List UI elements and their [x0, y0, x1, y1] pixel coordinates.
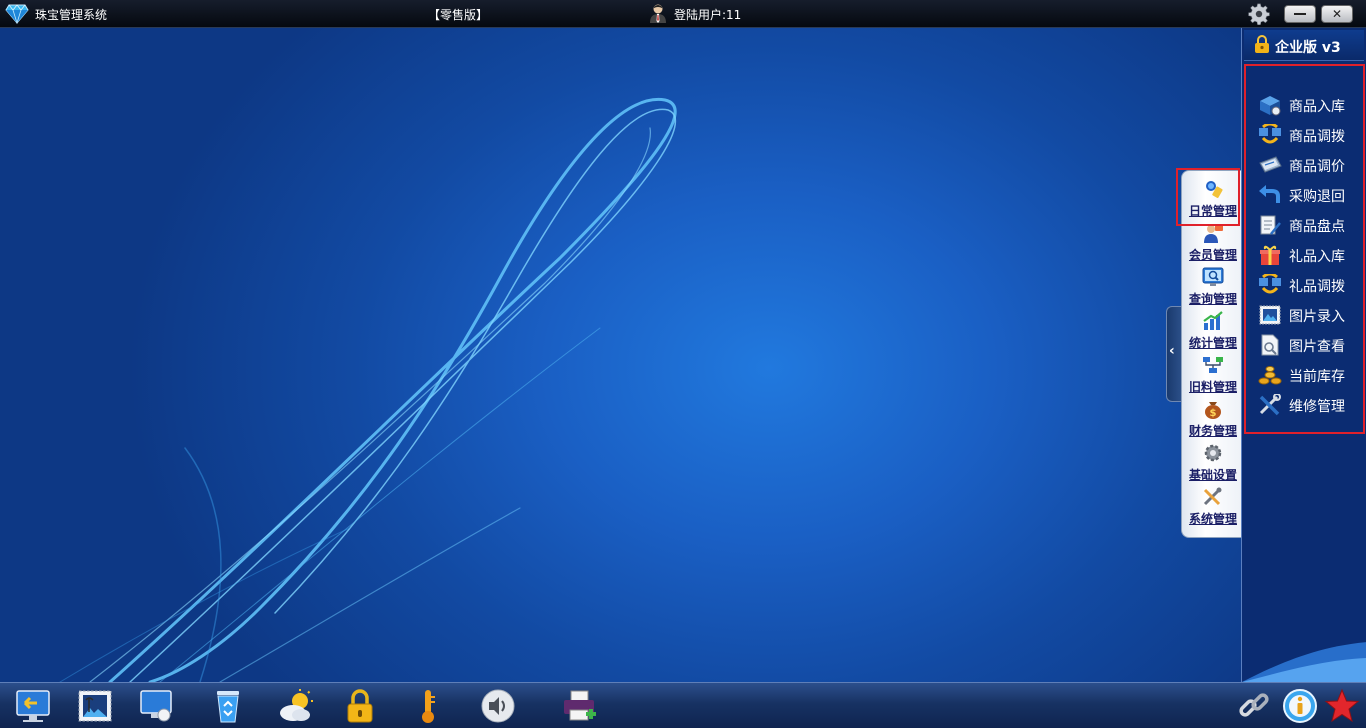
menu-picture-entry[interactable]: 图片录入 — [1258, 302, 1363, 328]
minimize-button[interactable] — [1284, 5, 1316, 23]
menu-label: 图片查看 — [1289, 339, 1345, 355]
category-label: 查询管理 — [1188, 292, 1237, 306]
picture-view-icon — [1261, 334, 1279, 356]
menu-gift-transfer[interactable]: 礼品调拨 — [1258, 272, 1363, 298]
menu-purchase-return[interactable]: 采购退回 — [1258, 182, 1363, 208]
gift-transfer-icon — [1259, 274, 1281, 294]
taskbar — [0, 682, 1366, 728]
svg-text:$: $ — [1210, 408, 1217, 419]
category-label: 会员管理 — [1188, 248, 1237, 262]
settings-icon — [1204, 444, 1222, 462]
speaker-icon[interactable] — [480, 688, 516, 724]
category-basic-settings[interactable]: 基础设置 — [1182, 441, 1242, 485]
menu-label: 维修管理 — [1289, 399, 1345, 415]
edition-label: 【零售版】 — [428, 8, 489, 22]
price-adjust-icon — [1259, 156, 1282, 173]
menu-gift-inbound[interactable]: 礼品入库 — [1258, 242, 1363, 268]
menu-goods-inbound[interactable]: 商品入库 — [1258, 92, 1363, 118]
link-icon[interactable] — [1236, 688, 1272, 724]
enterprise-edition-label: 企业版 v3 — [1275, 40, 1341, 56]
panel-header: 企业版 v3 — [1244, 30, 1364, 61]
recycle-bin-icon[interactable] — [210, 688, 246, 724]
repair-icon — [1259, 394, 1281, 416]
display-icon[interactable] — [139, 688, 175, 724]
menu-inventory-check[interactable]: 商品盘点 — [1258, 212, 1363, 238]
category-query-management[interactable]: 查询管理 — [1182, 265, 1242, 309]
statistics-icon — [1203, 311, 1223, 330]
category-system-management[interactable]: 系统管理 — [1182, 485, 1242, 529]
collapse-panel-button[interactable]: ‹ — [1166, 306, 1181, 402]
chevron-left-icon: ‹ — [1169, 343, 1175, 359]
menu-label: 礼品调拨 — [1289, 279, 1345, 295]
picture-entry-icon — [1259, 305, 1281, 325]
menu-label: 商品入库 — [1289, 99, 1345, 115]
menu-price-adjust[interactable]: 商品调价 — [1258, 152, 1363, 178]
app-title: 珠宝管理系统 — [35, 8, 108, 22]
gear-icon[interactable] — [1247, 3, 1271, 25]
menu-picture-view[interactable]: 图片查看 — [1258, 332, 1363, 358]
current-stock-icon — [1258, 366, 1282, 385]
menu-goods-transfer[interactable]: 商品调拨 — [1258, 122, 1363, 148]
system-icon — [1203, 487, 1222, 506]
selected-category-highlight — [1176, 168, 1240, 226]
title-bar: 珠宝管理系统 【零售版】 登陆用户:11 ✕ — [0, 0, 1366, 28]
menu-label: 礼品入库 — [1289, 249, 1345, 265]
logged-in-user: 登陆用户:11 — [674, 8, 742, 22]
category-label: 系统管理 — [1188, 512, 1237, 526]
category-member-management[interactable]: 会员管理 — [1182, 221, 1242, 265]
goods-transfer-icon — [1259, 124, 1281, 144]
category-label: 统计管理 — [1188, 336, 1237, 350]
weather-icon[interactable] — [278, 688, 314, 724]
panel-wave-decoration — [1242, 642, 1366, 682]
diamond-logo-icon — [5, 4, 29, 24]
inventory-check-icon — [1260, 215, 1281, 235]
category-label: 财务管理 — [1188, 424, 1237, 438]
purchase-return-icon — [1259, 185, 1280, 203]
category-statistics-management[interactable]: 统计管理 — [1182, 309, 1242, 353]
wallpaper-swirl — [59, 97, 677, 682]
menu-label: 图片录入 — [1289, 309, 1345, 325]
menu-repair-management[interactable]: 维修管理 — [1258, 392, 1363, 418]
category-label: 旧料管理 — [1188, 380, 1237, 394]
close-button[interactable]: ✕ — [1321, 5, 1353, 23]
desktop-area — [0, 28, 1241, 682]
user-avatar-icon — [650, 4, 666, 23]
category-finance-management[interactable]: $ 财务管理 — [1182, 397, 1242, 441]
member-icon — [1204, 225, 1223, 243]
goods-inbound-icon — [1260, 96, 1281, 116]
star-icon[interactable] — [1324, 688, 1360, 724]
info-icon[interactable] — [1282, 688, 1318, 724]
menu-label: 商品调价 — [1289, 159, 1345, 175]
menu-label: 采购退回 — [1289, 189, 1345, 205]
menu-label: 商品盘点 — [1289, 219, 1345, 235]
category-old-material-management[interactable]: 旧料管理 — [1182, 353, 1242, 397]
gift-inbound-icon — [1260, 245, 1280, 265]
category-label: 基础设置 — [1188, 468, 1237, 482]
lock-icon — [1255, 35, 1269, 53]
query-icon — [1202, 267, 1224, 286]
finance-icon: $ — [1205, 402, 1221, 419]
old-material-icon — [1203, 357, 1223, 373]
menu-label: 当前库存 — [1289, 369, 1345, 385]
menu-label: 商品调拨 — [1289, 129, 1345, 145]
stamp-picture-icon[interactable] — [77, 688, 113, 724]
lock-icon[interactable] — [342, 688, 378, 724]
close-icon: ✕ — [1331, 7, 1343, 21]
printer-icon[interactable] — [562, 688, 598, 724]
thermometer-icon[interactable] — [410, 688, 446, 724]
switch-screen-icon[interactable] — [15, 688, 51, 724]
menu-current-stock[interactable]: 当前库存 — [1258, 362, 1363, 388]
